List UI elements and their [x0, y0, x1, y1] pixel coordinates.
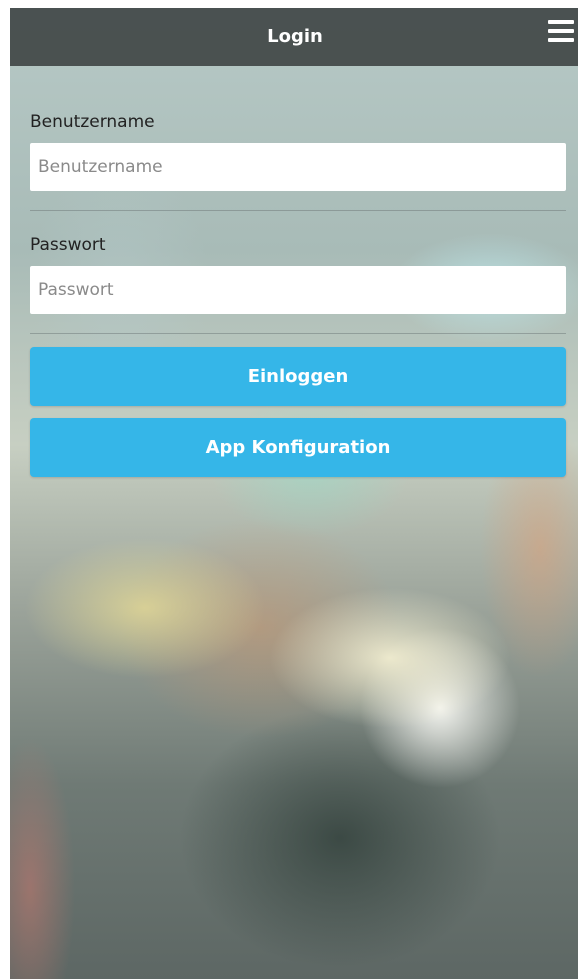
hamburger-menu-icon[interactable] — [548, 20, 576, 48]
divider — [30, 210, 566, 211]
login-button[interactable]: Einloggen — [30, 347, 566, 406]
username-label: Benutzername — [30, 112, 155, 132]
app-header: Login — [10, 8, 578, 66]
app-configuration-button[interactable]: App Konfiguration — [30, 418, 566, 477]
password-input[interactable] — [30, 266, 566, 314]
username-input[interactable] — [30, 143, 566, 191]
page-title: Login — [267, 26, 323, 47]
divider — [30, 333, 566, 334]
login-screen: Login Benutzername Passwort Einloggen Ap… — [10, 8, 578, 979]
password-label: Passwort — [30, 235, 106, 255]
